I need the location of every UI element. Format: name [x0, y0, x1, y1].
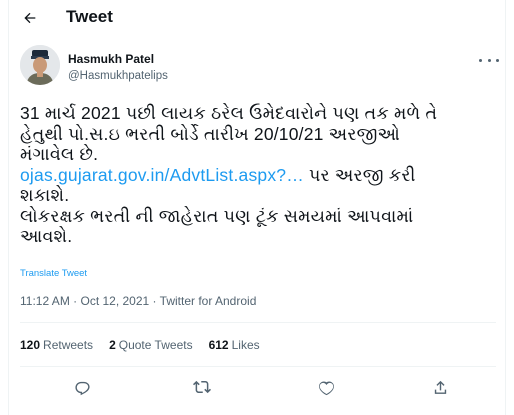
likes-count: 612	[208, 338, 229, 352]
divider	[20, 322, 496, 323]
tweet-line: હેતુથી પો.સ.ઇ ભરતી બોર્ડે તારીખ 20/10/21…	[20, 123, 400, 144]
retweets-count: 120	[20, 338, 41, 352]
tweet-date[interactable]: Oct 12, 2021	[80, 294, 149, 308]
tweet-time[interactable]: 11:12 AM	[20, 294, 70, 308]
quotes-label: Quote Tweets	[118, 338, 193, 352]
tweet-page: Tweet Hasmukh Patel @Hasmukhpatelips 31 …	[8, 0, 506, 415]
reply-icon[interactable]	[69, 374, 95, 400]
translate-tweet-link[interactable]: Translate Tweet	[20, 268, 87, 279]
retweet-icon[interactable]	[189, 374, 215, 400]
tweet-stats: 120 Retweets 2 Quote Tweets 612 Likes	[20, 338, 260, 352]
tweet-actions	[9, 374, 505, 400]
meta-separator: ·	[69, 294, 81, 308]
likes-stat[interactable]: 612 Likes	[209, 338, 260, 352]
tweet-line-rest: પર અરજી કરી	[303, 164, 416, 185]
meta-separator: ·	[149, 294, 160, 308]
tweet-line: મંગાવેલ છે.	[20, 144, 99, 164]
more-horizontal-icon[interactable]	[479, 54, 499, 66]
share-icon[interactable]	[427, 374, 453, 400]
author-handle[interactable]: @Hasmukhpatelips	[68, 70, 168, 82]
likes-label: Likes	[231, 338, 260, 352]
tweet-line: ojas.gujarat.gov.in/AdvtList.aspx?… પર અ…	[20, 165, 490, 186]
heart-icon[interactable]	[313, 374, 339, 400]
quote-tweets-stat[interactable]: 2 Quote Tweets	[109, 338, 193, 352]
page-header: Tweet	[9, 0, 505, 36]
avatar[interactable]	[20, 45, 60, 85]
tweet-line: શકાશે.	[20, 185, 70, 205]
tweet-line: લોકરક્ષક ભરતી ની જાહેરાત પણ ટૂંક સમયમાં …	[20, 205, 414, 226]
arrow-left-icon[interactable]	[21, 9, 39, 27]
author-name[interactable]: Hasmukh Patel	[68, 52, 154, 66]
tweet-source[interactable]: Twitter for Android	[160, 294, 257, 308]
retweets-label: Retweets	[43, 338, 94, 352]
tweet-line: આવશે.	[20, 226, 73, 246]
tweet-link[interactable]: ojas.gujarat.gov.in/AdvtList.aspx?…	[20, 165, 304, 185]
quotes-count: 2	[109, 338, 116, 352]
retweets-stat[interactable]: 120 Retweets	[20, 338, 93, 352]
tweet-line: 31 માર્ચ 2021 પછી લાયક ઠરેલ ઉમેદવારોને પ…	[20, 103, 438, 123]
divider	[20, 366, 496, 367]
page-title: Tweet	[66, 7, 113, 26]
tweet-text: 31 માર્ચ 2021 પછી લાયક ઠરેલ ઉમેદવારોને પ…	[20, 103, 490, 247]
tweet-meta: 11:12 AM · Oct 12, 2021 · Twitter for An…	[20, 294, 256, 308]
